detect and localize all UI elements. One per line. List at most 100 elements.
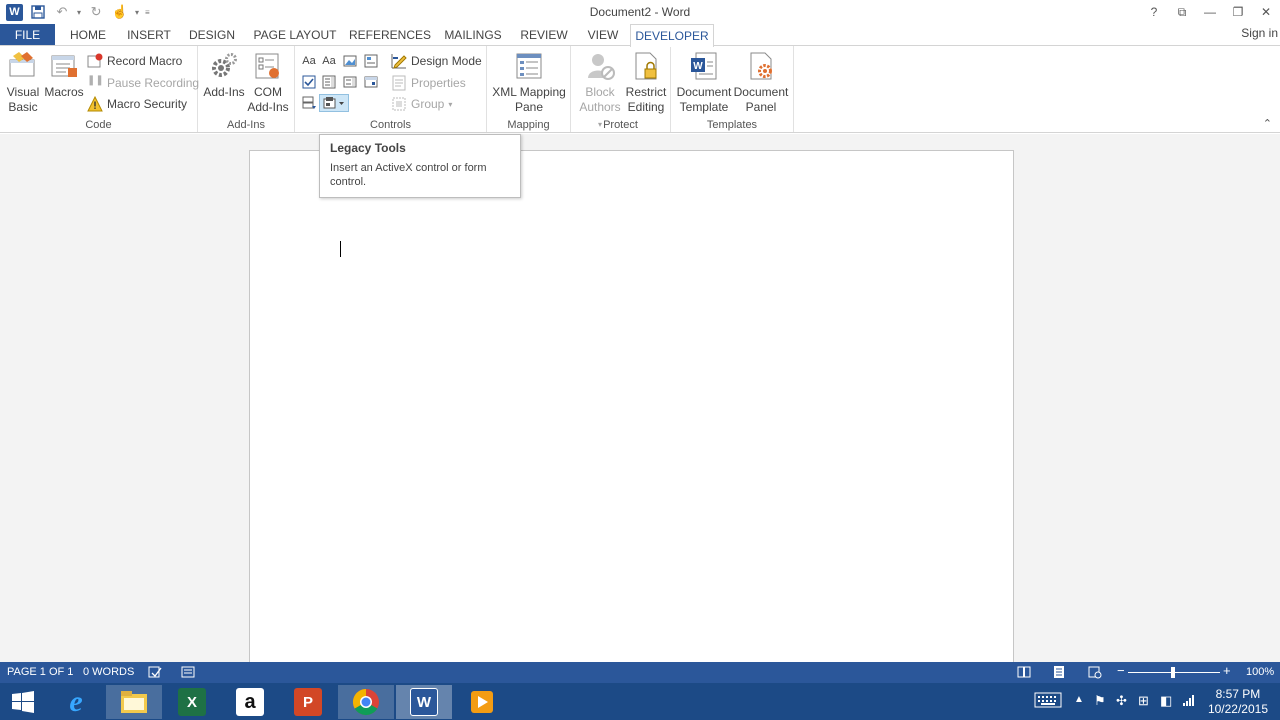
tab-view[interactable]: VIEW: [582, 24, 624, 46]
windows-tray-icon[interactable]: ⊞: [1138, 693, 1149, 709]
plain-text-content-control-icon[interactable]: Aa: [321, 53, 337, 69]
help-icon[interactable]: ?: [1140, 0, 1168, 24]
legacy-tools-button[interactable]: [319, 94, 349, 112]
date-picker-content-control-icon[interactable]: [363, 74, 379, 90]
document-panel-button[interactable]: Document Panel: [733, 50, 789, 115]
combo-box-content-control-icon[interactable]: [321, 74, 337, 90]
print-layout-icon[interactable]: [1052, 665, 1066, 682]
restrict-editing-button[interactable]: Restrict Editing: [623, 50, 669, 115]
picture-content-control-icon[interactable]: [342, 53, 358, 69]
design-mode-button[interactable]: Design Mode: [391, 51, 482, 71]
text-cursor: [340, 241, 341, 257]
document-area[interactable]: [0, 134, 1280, 670]
clock[interactable]: 8:57 PM 10/22/2015: [1208, 687, 1268, 717]
taskbar-powerpoint[interactable]: P: [280, 685, 336, 719]
protect-group: Block Authors ▾ Restrict Editing Protect: [571, 46, 671, 132]
warning-icon: [87, 96, 103, 112]
macro-security-button[interactable]: Macro Security: [87, 94, 187, 114]
gear-icon: [212, 53, 237, 77]
web-layout-icon[interactable]: [1088, 665, 1102, 682]
document-panel-label-line1: Document: [733, 85, 789, 99]
read-mode-icon[interactable]: [1017, 665, 1031, 682]
taskbar-word[interactable]: W: [396, 685, 452, 719]
internet-explorer-icon: e: [69, 685, 83, 718]
restore-icon[interactable]: ❐: [1224, 0, 1252, 24]
rich-text-content-control-icon[interactable]: Aa: [301, 53, 317, 69]
document-panel-label-line2: Panel: [745, 100, 777, 114]
tab-page-layout[interactable]: PAGE LAYOUT: [250, 24, 340, 46]
ribbon-display-options-icon[interactable]: ⧉: [1168, 0, 1196, 24]
tab-insert[interactable]: INSERT: [122, 24, 176, 46]
zoom-slider-thumb[interactable]: [1171, 667, 1175, 678]
building-block-gallery-icon[interactable]: [363, 53, 379, 69]
powerpoint-icon: P: [294, 688, 322, 716]
action-center-flag-icon[interactable]: ⚑: [1094, 693, 1106, 709]
addins-button[interactable]: Add-Ins: [202, 50, 246, 100]
mapping-group: XML Mapping Pane Mapping: [487, 46, 571, 132]
xml-mapping-label-line1: XML Mapping: [492, 85, 566, 99]
keyboard-icon[interactable]: [1034, 692, 1062, 711]
group-icon: [392, 97, 406, 111]
com-addins-icon: [255, 53, 279, 79]
window-title: Document2 - Word: [589, 5, 691, 19]
tab-developer[interactable]: DEVELOPER: [630, 24, 714, 47]
show-hidden-icons-icon[interactable]: ▲: [1074, 694, 1084, 705]
sign-in-link[interactable]: Sign in: [1241, 26, 1278, 40]
page-count[interactable]: PAGE 1 OF 1: [7, 666, 73, 678]
com-addins-label-line2: Add-Ins: [247, 100, 289, 114]
proofing-icon[interactable]: [148, 665, 162, 682]
tab-design[interactable]: DESIGN: [184, 24, 240, 46]
close-icon[interactable]: ✕: [1252, 0, 1280, 24]
ribbon-tabs: FILE HOME INSERT DESIGN PAGE LAYOUT REFE…: [0, 24, 1280, 47]
taskbar-file-explorer[interactable]: [106, 685, 162, 719]
properties-button[interactable]: Properties: [391, 73, 466, 93]
tab-home[interactable]: HOME: [62, 24, 114, 46]
group-button[interactable]: Group ▾: [391, 94, 452, 114]
checkbox-content-control-icon[interactable]: [301, 74, 317, 90]
start-button[interactable]: [0, 685, 46, 719]
word-count[interactable]: 0 WORDS: [83, 666, 134, 678]
pause-icon: ❚❚: [87, 75, 104, 86]
word-icon: W: [410, 688, 438, 716]
media-player-icon: [471, 691, 493, 713]
com-addins-label-line1: COM: [254, 85, 282, 99]
drop-down-list-content-control-icon[interactable]: [342, 74, 358, 90]
design-mode-label: Design Mode: [411, 54, 482, 68]
taskbar-chrome[interactable]: [338, 685, 394, 719]
record-macro-button[interactable]: Record Macro: [87, 51, 182, 71]
com-addins-button[interactable]: COM Add-Ins: [246, 50, 290, 115]
zoom-level[interactable]: 100%: [1246, 666, 1274, 678]
code-group-label: Code: [85, 119, 112, 131]
taskbar-excel[interactable]: X: [164, 685, 220, 719]
word-template-icon: W: [691, 52, 717, 80]
macro-recording-icon[interactable]: [181, 665, 195, 682]
document-page[interactable]: [249, 150, 1014, 670]
visual-basic-label-line1: Visual: [6, 85, 40, 99]
zoom-out-icon[interactable]: −: [1117, 663, 1125, 678]
zoom-in-icon[interactable]: +: [1223, 663, 1231, 678]
templates-group: W Document Template Document Panel Templ…: [671, 46, 794, 132]
tab-review[interactable]: REVIEW: [514, 24, 574, 46]
tab-mailings[interactable]: MAILINGS: [440, 24, 506, 46]
system-tray: ▲ ⚑ ✣ ⊞ ◧ 8:57 PM 10/22/2015: [1030, 683, 1280, 720]
pause-recording-button[interactable]: ❚❚ Pause Recording: [87, 73, 199, 93]
repeating-section-content-control-icon[interactable]: [301, 95, 317, 111]
visual-basic-icon: [9, 52, 35, 77]
tab-file[interactable]: FILE: [0, 24, 55, 46]
collapse-ribbon-icon[interactable]: ⌃: [1263, 117, 1272, 130]
minimize-icon[interactable]: —: [1196, 0, 1224, 24]
taskbar-media-player[interactable]: [454, 685, 510, 719]
document-template-button[interactable]: W Document Template: [675, 50, 733, 115]
tab-references[interactable]: REFERENCES: [348, 24, 432, 46]
network-signal-icon[interactable]: [1182, 693, 1196, 710]
pause-recording-label: Pause Recording: [107, 76, 200, 90]
volume-icon[interactable]: ◧: [1160, 693, 1172, 709]
visual-basic-button[interactable]: Visual Basic: [4, 50, 42, 115]
sync-icon[interactable]: ✣: [1116, 693, 1127, 709]
taskbar-amazon[interactable]: a: [222, 685, 278, 719]
taskbar-internet-explorer[interactable]: e: [48, 685, 104, 719]
addins-label: Add-Ins: [203, 85, 245, 99]
macros-button[interactable]: Macros: [44, 50, 84, 100]
xml-mapping-pane-button[interactable]: XML Mapping Pane: [489, 50, 569, 115]
controls-group: Aa Aa Design Mode Properties Group ▾ Con…: [295, 46, 487, 132]
